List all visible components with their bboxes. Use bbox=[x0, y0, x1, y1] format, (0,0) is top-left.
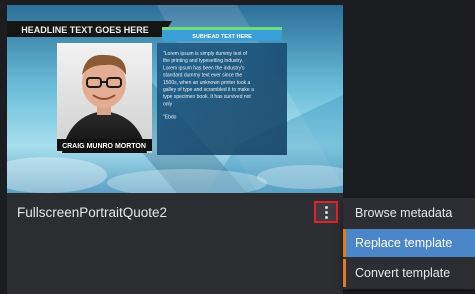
context-menu: Browse metadata Replace template Convert… bbox=[343, 198, 475, 289]
name-caption: CRAIG MUNRO MORTON bbox=[62, 143, 146, 150]
subhead-accent bbox=[162, 27, 282, 30]
menu-item-replace-template[interactable]: Replace template bbox=[343, 229, 475, 257]
headline-text: HEADLINE TEXT GOES HERE bbox=[21, 25, 149, 35]
quote-line: the printing and typesetting industry. bbox=[163, 58, 243, 64]
quote-line: Lorem ipsum has been the industry's bbox=[163, 65, 245, 71]
menu-item-browse-metadata[interactable]: Browse metadata bbox=[343, 199, 475, 227]
kebab-dot bbox=[324, 210, 328, 214]
quote-line: type specimen book. It has survived not bbox=[163, 94, 251, 100]
quote-line: standard dummy text ever since the bbox=[163, 73, 242, 79]
template-card[interactable]: HEADLINE TEXT GOES HERE SUBHEAD TEXT HER… bbox=[7, 5, 343, 294]
subhead-text: SUBHEAD TEXT HERE bbox=[192, 34, 252, 40]
quote-attribution: "Ebdo bbox=[163, 115, 177, 121]
quote-line: galley of type and scrambled it to make … bbox=[163, 87, 254, 93]
kebab-dot bbox=[324, 205, 328, 209]
quote-line: 1500s, when an unknown printer took a bbox=[163, 80, 250, 86]
thumbnail-graphic: HEADLINE TEXT GOES HERE SUBHEAD TEXT HER… bbox=[7, 5, 343, 193]
card-footer: FullscreenPortraitQuote2 bbox=[7, 193, 343, 294]
template-name: FullscreenPortraitQuote2 bbox=[17, 205, 168, 220]
template-thumbnail[interactable]: HEADLINE TEXT GOES HERE SUBHEAD TEXT HER… bbox=[7, 5, 343, 193]
kebab-vertical-icon[interactable] bbox=[314, 201, 338, 223]
asset-browser: HEADLINE TEXT GOES HERE SUBHEAD TEXT HER… bbox=[0, 0, 475, 294]
quote-line: only bbox=[163, 101, 173, 107]
menu-item-convert-template[interactable]: Convert template bbox=[343, 259, 475, 287]
kebab-dot bbox=[324, 215, 328, 219]
quote-line: "Lorem ipsum is simply dummy text of bbox=[163, 51, 248, 57]
